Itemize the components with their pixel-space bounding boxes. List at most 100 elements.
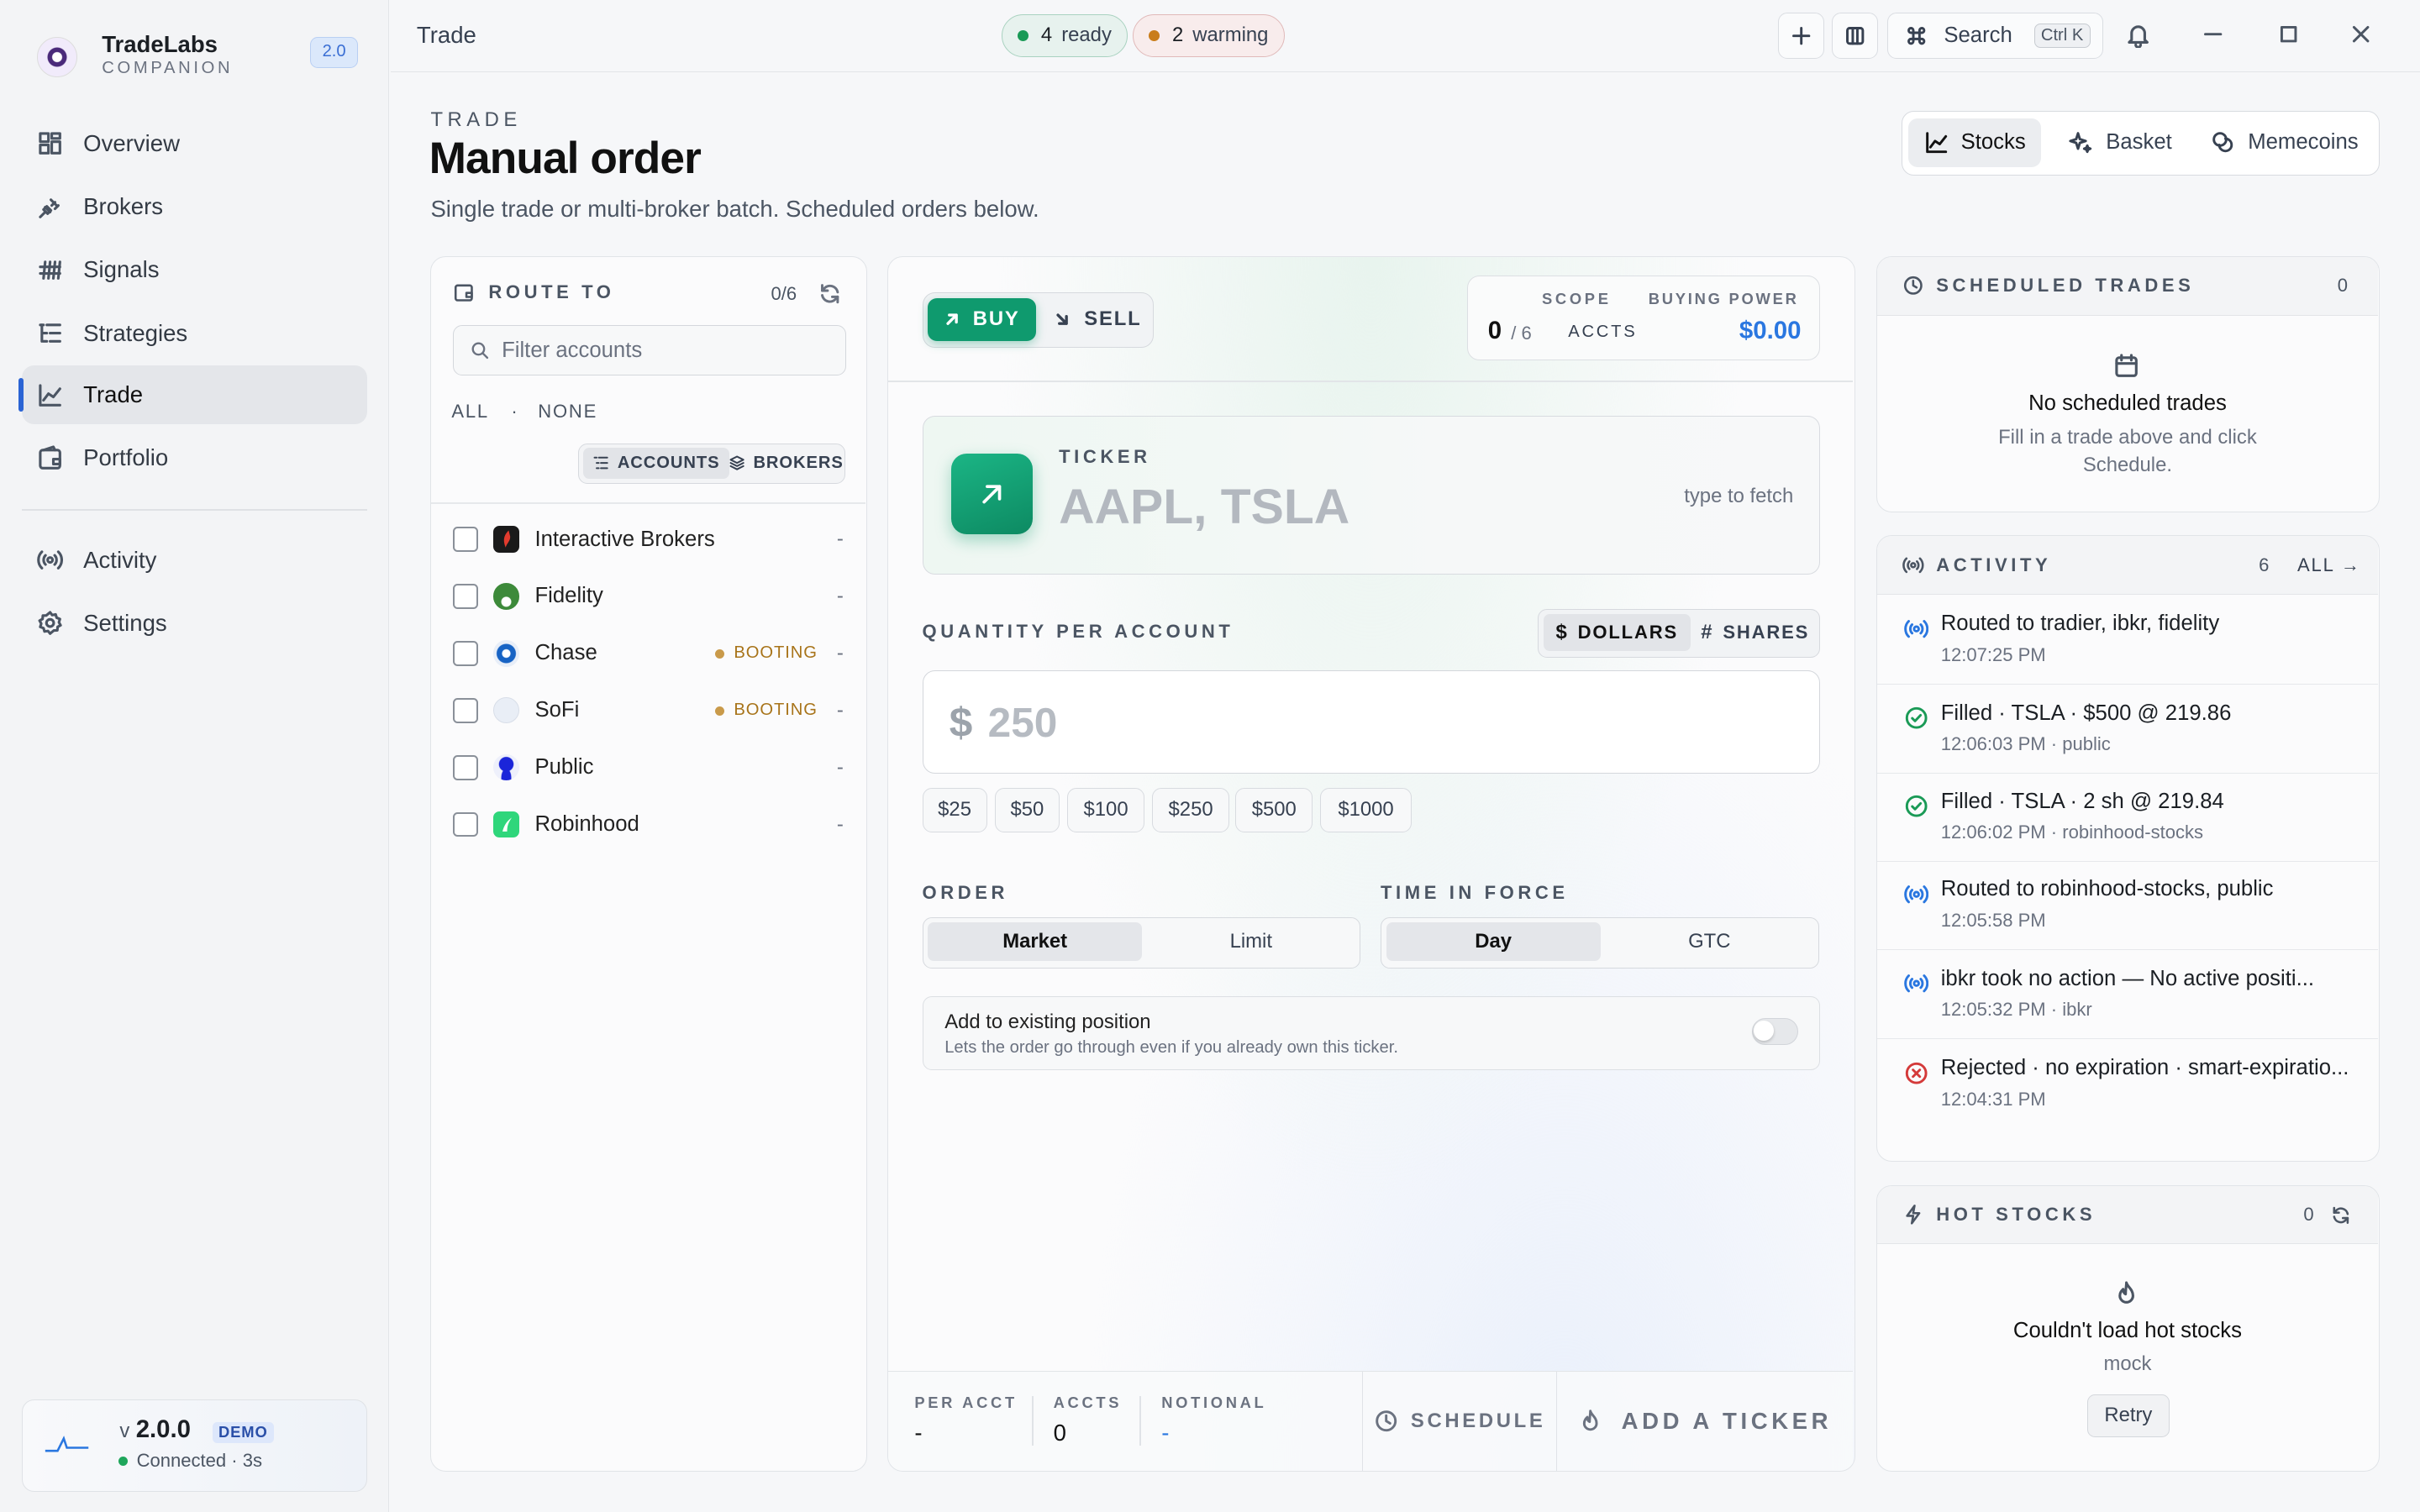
buy-button[interactable]: BUY bbox=[928, 297, 1036, 342]
sidebar-item-brokers[interactable]: Brokers bbox=[22, 177, 367, 236]
account-row-public[interactable]: Public - bbox=[453, 744, 848, 790]
connection-status-card[interactable]: v 2.0.0 DEMO Connected · 3s bbox=[21, 1399, 368, 1493]
flame-icon bbox=[1583, 1410, 1598, 1431]
amount-input[interactable] bbox=[987, 697, 1451, 747]
sidebar-item-label: Settings bbox=[83, 610, 167, 637]
arrow-up-right-icon bbox=[946, 313, 958, 326]
route-view-toggle: ACCOUNTS BROKERS bbox=[577, 444, 845, 484]
sidebar-item-portfolio[interactable]: Portfolio bbox=[22, 429, 367, 488]
list-icon bbox=[39, 323, 61, 344]
select-all-link[interactable]: ALL bbox=[451, 401, 489, 422]
activity-item[interactable]: ibkr took no action — No active positi..… bbox=[1877, 951, 2378, 1040]
account-value: - bbox=[836, 641, 844, 664]
tab-memecoins[interactable]: Memecoins bbox=[2196, 118, 2374, 168]
preset-25-button[interactable]: $25 bbox=[922, 787, 987, 832]
account-row-chase[interactable]: Chase BOOTING - bbox=[453, 630, 848, 676]
close-icon[interactable] bbox=[2349, 22, 2373, 46]
unit-dollars-button[interactable]: $ DOLLARS bbox=[1543, 614, 1691, 652]
order-limit-button[interactable]: Limit bbox=[1144, 922, 1358, 961]
preset-250-button[interactable]: $250 bbox=[1152, 787, 1229, 832]
sidebar-item-signals[interactable]: Signals bbox=[22, 241, 367, 300]
preset-100-button[interactable]: $100 bbox=[1067, 787, 1144, 832]
sell-label: SELL bbox=[1084, 307, 1142, 331]
x-circle-icon bbox=[1905, 1062, 1928, 1084]
tif-day-button[interactable]: Day bbox=[1386, 922, 1601, 962]
schedule-button[interactable]: SCHEDULE bbox=[1361, 1371, 1556, 1471]
activity-all-link[interactable]: ALL → bbox=[2297, 554, 2361, 576]
account-checkbox[interactable] bbox=[453, 755, 478, 780]
activity-item[interactable]: Rejected · no expiration · smart-expirat… bbox=[1877, 1041, 2377, 1129]
account-checkbox[interactable] bbox=[453, 698, 478, 723]
sidebar-item-trade[interactable]: Trade bbox=[18, 365, 368, 425]
sidebar-item-strategies[interactable]: Strategies bbox=[22, 304, 367, 363]
account-row-robinhood[interactable]: Robinhood - bbox=[453, 801, 848, 848]
minimize-icon[interactable] bbox=[2201, 22, 2225, 46]
filter-accounts-input[interactable] bbox=[502, 338, 811, 363]
layers-icon bbox=[729, 455, 744, 470]
warming-label: warming bbox=[1192, 24, 1269, 47]
brand: TradeLabs COMPANION 2.0 bbox=[31, 28, 371, 83]
account-checkbox[interactable] bbox=[453, 527, 478, 552]
clock-icon bbox=[1903, 276, 1923, 296]
preset-500-button[interactable]: $500 bbox=[1235, 787, 1313, 832]
maximize-icon[interactable] bbox=[2276, 22, 2301, 46]
warming-status-pill[interactable]: 2 warming bbox=[1133, 13, 1285, 57]
preset-1000-button[interactable]: $1000 bbox=[1320, 787, 1412, 832]
account-checkbox[interactable] bbox=[453, 641, 478, 666]
tif-gtc-button[interactable]: GTC bbox=[1602, 922, 1817, 961]
activity-item[interactable]: Filled · TSLA · $500 @ 219.86 12:06:03 P… bbox=[1877, 685, 2378, 774]
filter-accounts-field[interactable] bbox=[453, 324, 847, 376]
order-panel: BUY SELL SCOPE BUYING POWER 0 / 6 ACCTS … bbox=[887, 255, 1855, 1473]
ready-label: ready bbox=[1061, 24, 1112, 47]
search-button[interactable]: Search Ctrl K bbox=[1887, 12, 2104, 59]
account-checkbox[interactable] bbox=[453, 812, 478, 837]
sidebar-item-settings[interactable]: Settings bbox=[22, 594, 367, 653]
ticker-input[interactable] bbox=[1059, 478, 1646, 535]
retry-button[interactable]: Retry bbox=[2087, 1394, 2170, 1437]
sell-button[interactable]: SELL bbox=[1046, 298, 1148, 341]
bell-icon[interactable] bbox=[2125, 22, 2151, 48]
hot-stocks-error-detail: mock bbox=[2103, 1352, 2152, 1375]
sidebar-item-overview[interactable]: Overview bbox=[22, 114, 367, 173]
order-footer: PER ACCT - ACCTS 0 NOTIONAL - SCHEDULE A… bbox=[888, 1370, 1854, 1472]
version-label: v 2.0.0 bbox=[119, 1415, 191, 1444]
order-market-button[interactable]: Market bbox=[928, 922, 1143, 962]
new-button[interactable] bbox=[1777, 12, 1824, 59]
add-ticker-button[interactable]: ADD A TICKER bbox=[1556, 1371, 1853, 1471]
account-row-sofi[interactable]: SoFi BOOTING - bbox=[453, 687, 848, 733]
activity-item[interactable]: Filled · TSLA · 2 sh @ 219.84 12:06:02 P… bbox=[1877, 774, 2378, 862]
activity-item[interactable]: Routed to robinhood-stocks, public 12:05… bbox=[1877, 862, 2378, 950]
account-value: - bbox=[836, 528, 844, 550]
connection-status: Connected · 3s bbox=[118, 1450, 262, 1472]
meta-separator: · bbox=[2045, 733, 2063, 755]
select-none-link[interactable]: NONE bbox=[538, 401, 597, 422]
preset-50-button[interactable]: $50 bbox=[994, 787, 1060, 832]
sofi-logo-icon bbox=[492, 697, 520, 724]
unit-shares-button[interactable]: # SHARES bbox=[1689, 614, 1822, 651]
search-label: Search bbox=[1944, 23, 2012, 47]
plus-icon bbox=[1791, 26, 1811, 45]
app-subtitle: COMPANION bbox=[102, 58, 234, 77]
unit-dollars-label: DOLLARS bbox=[1577, 622, 1678, 643]
hot-stocks-panel: HOT STOCKS 0 Couldn't load hot stocks mo… bbox=[1876, 1184, 2381, 1473]
ready-status-pill[interactable]: 4 ready bbox=[1002, 13, 1128, 57]
activity-item[interactable]: Routed to tradier, ibkr, fidelity 12:07:… bbox=[1877, 596, 2378, 685]
refresh-icon[interactable] bbox=[2330, 1205, 2352, 1226]
ticker-card[interactable]: TICKER type to fetch bbox=[922, 416, 1821, 575]
refresh-icon[interactable] bbox=[818, 281, 842, 306]
view-accounts-button[interactable]: ACCOUNTS bbox=[583, 447, 729, 479]
add-position-toggle[interactable] bbox=[1751, 1018, 1798, 1045]
tab-basket[interactable]: Basket bbox=[2054, 118, 2187, 168]
time-in-force-label: TIME IN FORCE bbox=[1381, 881, 1569, 903]
sidebar-item-activity[interactable]: Activity bbox=[22, 531, 367, 590]
activity-meta: 12:05:32 PM · ibkr bbox=[1941, 999, 2092, 1021]
amount-field[interactable]: $ bbox=[922, 670, 1821, 774]
account-row-fidelity[interactable]: Fidelity - bbox=[453, 573, 848, 619]
tab-stocks[interactable]: Stocks bbox=[1908, 118, 2042, 168]
layout-toggle-button[interactable] bbox=[1832, 12, 1879, 59]
view-brokers-button[interactable]: BROKERS bbox=[719, 448, 853, 479]
account-row-interactive-brokers[interactable]: Interactive Brokers - bbox=[453, 516, 848, 562]
footer-divider bbox=[1139, 1396, 1142, 1446]
activity-text: Routed to robinhood-stocks, public bbox=[1940, 877, 2274, 901]
account-checkbox[interactable] bbox=[453, 584, 478, 609]
